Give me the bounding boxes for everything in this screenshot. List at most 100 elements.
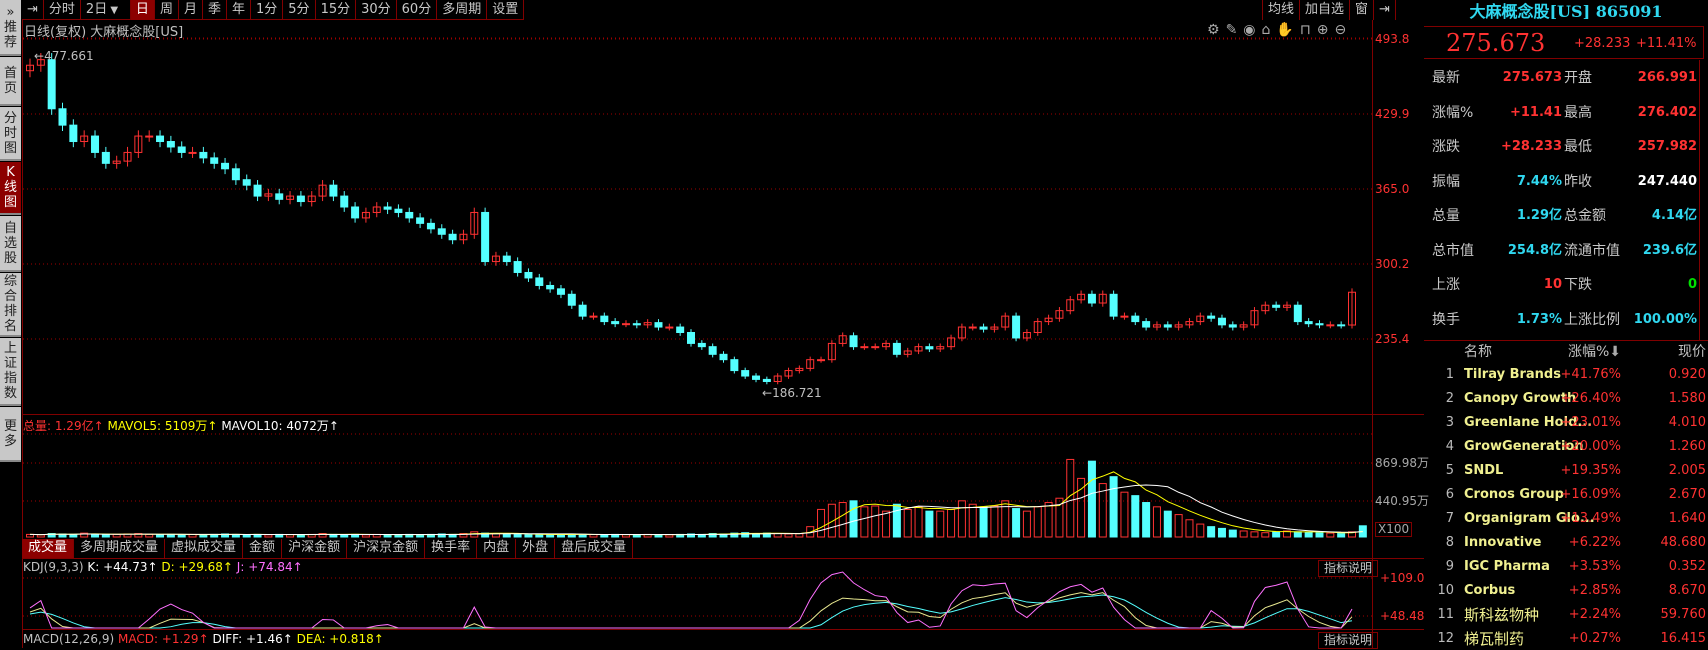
quote-label: 总金额 [1564, 208, 1606, 224]
rank-number: 9 [1445, 559, 1454, 574]
ranking-row[interactable]: 7 Organigram Glo... +13.49% 1.640 [1432, 508, 1708, 530]
indicator-tab[interactable]: 金额 [243, 539, 283, 558]
quote-value: 254.8亿 [1507, 242, 1562, 258]
indicator-tab[interactable]: 外盘 [516, 539, 556, 558]
rank-number: 12 [1437, 631, 1454, 646]
macd-explain-button[interactable]: 指标说明 [1318, 632, 1378, 649]
ranking-row[interactable]: 2 Canopy Growth +26.40% 1.580 [1432, 388, 1708, 410]
stock-pct: +20.00% [1560, 439, 1621, 454]
min-price-label: ←186.721 [762, 386, 822, 400]
price-axis-tick: 235.4 [1375, 332, 1410, 346]
ranking-row[interactable]: 10 Corbus +2.85% 8.670 [1432, 580, 1708, 602]
max-price-label: ←477.661 [34, 49, 94, 63]
indicator-tab[interactable]: 虚拟成交量 [165, 539, 244, 558]
rank-number: 1 [1445, 367, 1454, 382]
indicator-tab[interactable]: 盘后成交量 [555, 539, 634, 558]
volume-bar [947, 508, 956, 538]
quote-row: 总量 1.29亿 总金额 4.14亿 [1432, 199, 1702, 233]
stock-pct: +3.53% [1568, 559, 1621, 574]
ranking-row[interactable]: 11 斯科兹物种 +2.24% 59.760 [1432, 604, 1708, 626]
volume-bar [1163, 510, 1172, 538]
volume-bar [1185, 519, 1194, 538]
candle [1326, 324, 1335, 327]
indicator-tab[interactable]: 内盘 [477, 539, 517, 558]
kdj-explain-button[interactable]: 指标说明 [1318, 560, 1378, 577]
rank-number: 8 [1445, 535, 1454, 550]
volume-bar [1250, 531, 1259, 538]
volume-bar [1293, 531, 1302, 538]
candle [199, 151, 208, 159]
volume-bar [665, 534, 674, 538]
candle [502, 255, 511, 263]
volume-bar [871, 505, 880, 538]
price-axis-tick: 429.9 [1375, 107, 1410, 121]
stock-name: 斯科兹物种 [1464, 606, 1540, 624]
volume-bar [264, 534, 273, 538]
rank-number: 7 [1445, 511, 1454, 526]
candle [210, 157, 219, 164]
candle [708, 346, 717, 355]
candle [719, 353, 728, 361]
stock-price: 8.670 [1668, 583, 1706, 598]
volume-bar [69, 533, 78, 538]
candle [296, 195, 305, 203]
indicator-tab[interactable]: 换手率 [425, 539, 478, 558]
volume-bar [513, 533, 522, 538]
volume-bar [860, 506, 869, 538]
candle [871, 346, 880, 349]
arrow-down-icon: ⬇ [1609, 344, 1621, 360]
quote-panel: 大麻概念股[US] 865091 275.673 +28.233 +11.41%… [1424, 0, 1708, 648]
quote-value: 1.73% [1516, 311, 1562, 327]
volume-bar [361, 534, 370, 538]
ranking-row[interactable]: 6 Cronos Group +16.09% 2.670 [1432, 484, 1708, 506]
candle [1272, 304, 1281, 308]
kdj-legend: KDJ(9,3,3) K: +44.73↑ D: +29.68↑ J: +74.… [23, 560, 303, 574]
quote-label: 开盘 [1564, 70, 1592, 86]
candle [567, 293, 576, 306]
volume-bar [817, 508, 826, 538]
ranking-row[interactable]: 8 Innovative +6.22% 48.680 [1432, 532, 1708, 554]
indicator-tab[interactable]: 沪深金额 [282, 539, 348, 558]
volume-bar [1217, 527, 1226, 538]
indicator-tab[interactable]: 成交量 [22, 539, 75, 558]
candle [697, 342, 706, 348]
volume-bar [1174, 514, 1183, 538]
indicator-tab[interactable]: 沪深京金额 [347, 539, 426, 558]
volume-bar [914, 506, 923, 538]
volume-bar [1337, 533, 1346, 538]
indicator-tab[interactable]: 多周期成交量 [74, 539, 166, 558]
ranking-row[interactable]: 12 梯瓦制药 +0.27% 16.415 [1432, 628, 1708, 650]
ranking-row[interactable]: 1 Tilray Brands +41.76% 0.920 [1432, 364, 1708, 386]
volume-bar [1109, 476, 1118, 538]
volume-bar [1152, 506, 1161, 538]
candle [1337, 324, 1346, 327]
volume-bar [101, 534, 110, 538]
kdj-axis-tick: +48.48 [1380, 609, 1425, 623]
volume-multiplier: X100 [1375, 522, 1413, 537]
stock-name: Corbus [1464, 583, 1516, 598]
volume-bar [394, 534, 403, 538]
candle [1109, 293, 1118, 317]
volume-bar [936, 510, 945, 538]
volume-bar [502, 533, 511, 538]
volume-bar [1022, 510, 1031, 538]
ranking-row[interactable]: 4 GrowGeneration +20.00% 1.260 [1432, 436, 1708, 458]
stock-price: 1.640 [1668, 511, 1706, 526]
ranking-row[interactable]: 5 SNDL +19.35% 2.005 [1432, 460, 1708, 482]
ranking-row[interactable]: 3 Greenlane Hold... +23.01% 4.010 [1432, 412, 1708, 434]
sort-by-pct-header[interactable]: 涨幅%⬇ [1557, 341, 1621, 363]
quote-label: 总市值 [1432, 242, 1474, 259]
candle [231, 168, 240, 181]
ranking-row[interactable]: 9 IGC Pharma +3.53% 0.352 [1432, 556, 1708, 578]
volume-bar [1239, 530, 1248, 538]
volume-bar [600, 534, 609, 538]
quote-label: 最高 [1564, 104, 1592, 121]
quote-value: 247.440 [1637, 173, 1697, 189]
candle [405, 211, 414, 219]
candle [1228, 324, 1237, 328]
price-change-pct: +11.41% [1636, 36, 1697, 51]
candle [546, 284, 555, 290]
quote-label: 最低 [1564, 139, 1592, 155]
stock-pct: +0.27% [1568, 631, 1621, 646]
quote-value: 7.44% [1516, 173, 1562, 189]
